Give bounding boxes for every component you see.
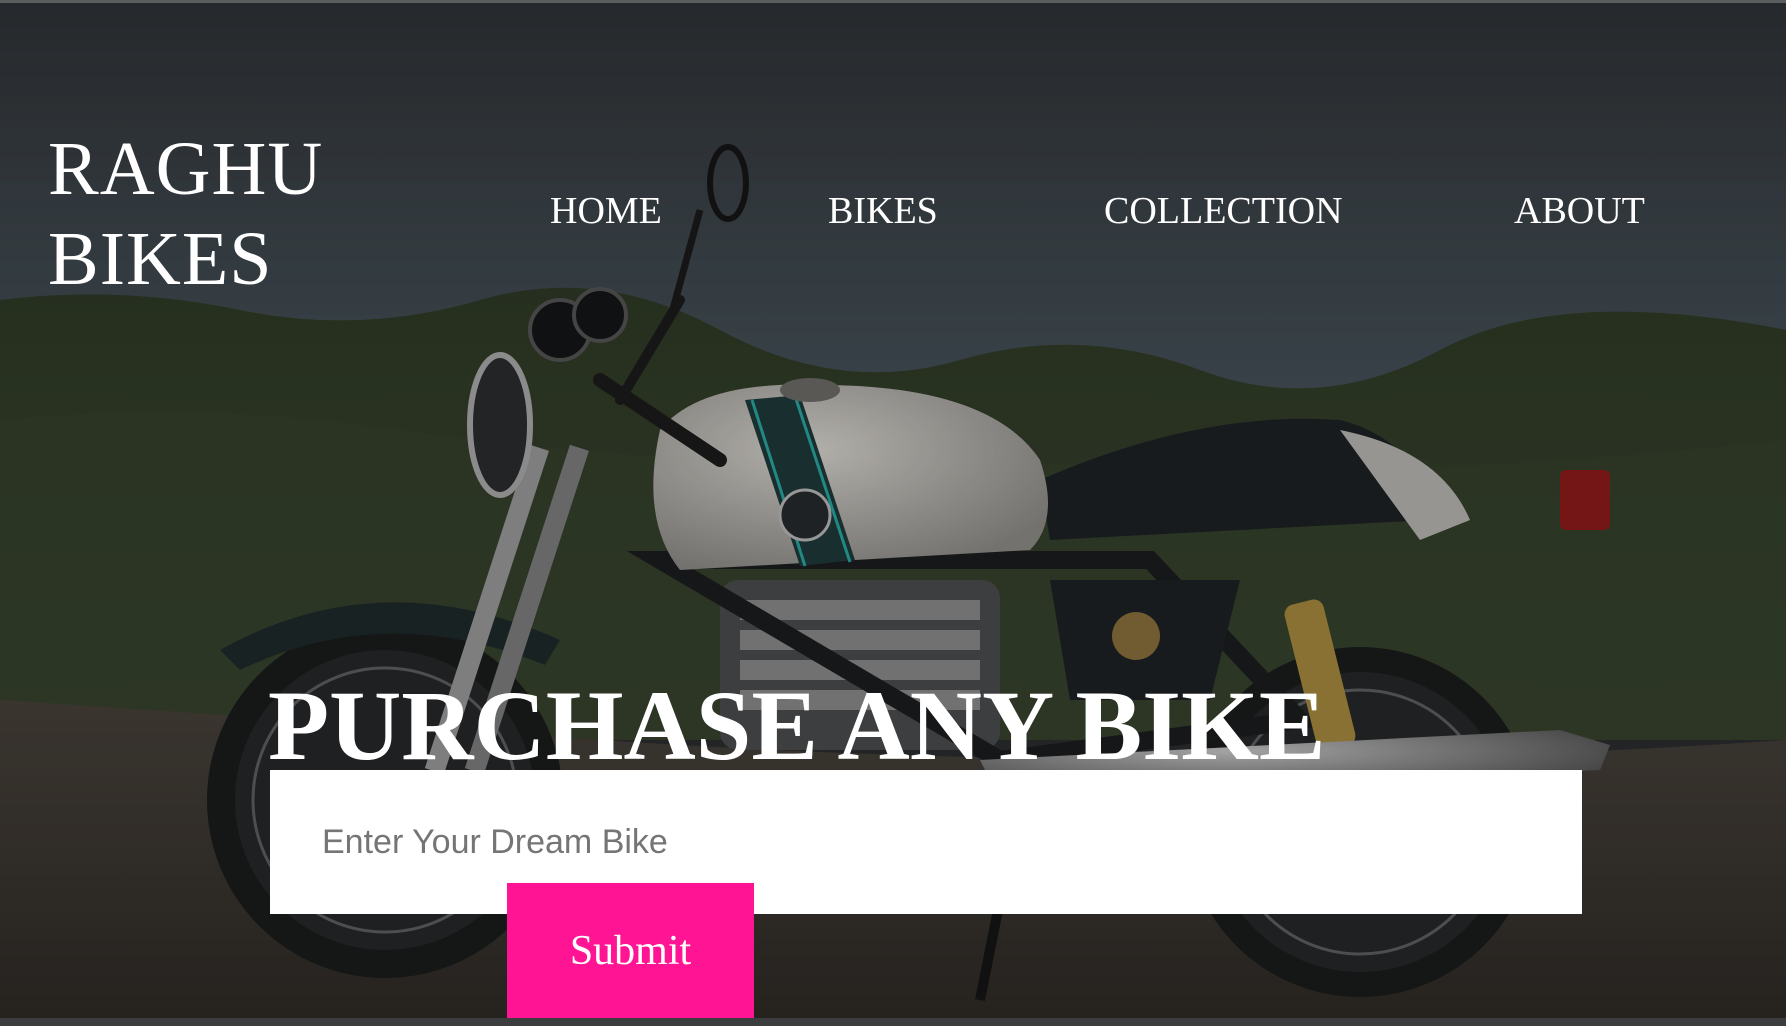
hero-headline: PURCHASE ANY BIKE	[268, 670, 1326, 781]
bottom-divider	[0, 1018, 1786, 1026]
top-divider	[0, 0, 1786, 3]
submit-button[interactable]: Submit	[507, 883, 754, 1018]
page: RAGHU BIKES HOME BIKES COLLECTION ABOUT …	[0, 0, 1786, 1026]
nav-link-about[interactable]: ABOUT	[1514, 186, 1645, 236]
main-nav: HOME BIKES COLLECTION ABOUT	[0, 186, 1786, 236]
nav-link-home[interactable]: HOME	[550, 186, 662, 236]
nav-link-collection[interactable]: COLLECTION	[1104, 186, 1343, 236]
dream-bike-input[interactable]	[270, 770, 1582, 914]
nav-link-bikes[interactable]: BIKES	[828, 186, 938, 236]
